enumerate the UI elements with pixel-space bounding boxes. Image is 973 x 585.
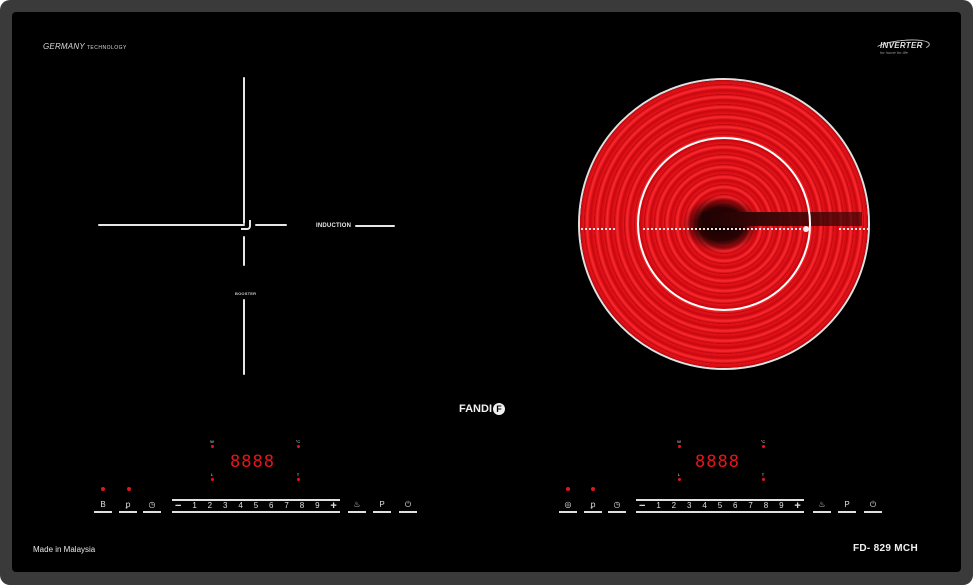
right-level-7[interactable]: 7 <box>748 501 752 511</box>
induction-marker-corner <box>241 220 251 230</box>
right-minus-button[interactable]: − <box>639 501 645 512</box>
inverter-text: INVERTER <box>880 41 923 50</box>
right-level-4[interactable]: 4 <box>702 501 706 511</box>
left-booster-button[interactable]: B <box>94 499 112 513</box>
right-indicator-l: L <box>674 472 684 481</box>
right-indicator-celsius: °C <box>758 439 768 448</box>
inverter-tagline: for home for life <box>880 50 908 55</box>
left-keep-warm-button[interactable]: ♨ <box>348 499 366 513</box>
fandi-logo: FANDI F <box>459 403 505 415</box>
induction-marker-vertical-stub <box>243 236 245 266</box>
left-lock-led <box>127 487 131 491</box>
right-timer-button[interactable]: ◷ <box>608 499 626 513</box>
left-plus-button[interactable]: + <box>330 501 336 512</box>
right-keep-warm-button[interactable]: ♨ <box>813 499 831 513</box>
right-indicator-w: W <box>674 439 684 448</box>
right-plus-button[interactable]: + <box>794 501 800 512</box>
left-level-7[interactable]: 7 <box>284 501 288 511</box>
induction-label: INDUCTION <box>316 223 352 229</box>
left-level-2[interactable]: 2 <box>208 501 212 511</box>
left-lock-button[interactable]: ꝑ <box>119 499 137 513</box>
model-number: FD- 829 MCH <box>853 543 918 554</box>
glass-surface: GERMANY TECHNOLOGY INVERTER for home for … <box>12 12 961 572</box>
booster-label: BOOSTER <box>235 291 257 296</box>
right-mode-button[interactable]: ◎ <box>559 499 577 513</box>
fandi-text: FANDI <box>459 403 492 415</box>
booster-marker-vertical <box>243 299 245 375</box>
right-power-slider[interactable]: − 1 2 3 4 5 6 7 8 9 + <box>636 499 804 513</box>
right-lock-led <box>591 487 595 491</box>
left-minus-button[interactable]: − <box>175 501 181 512</box>
technology-text: TECHNOLOGY <box>86 45 127 51</box>
left-level-6[interactable]: 6 <box>269 501 273 511</box>
left-level-4[interactable]: 4 <box>238 501 242 511</box>
right-level-3[interactable]: 3 <box>687 501 691 511</box>
left-indicator-t: T <box>293 472 303 481</box>
cooktop-frame: GERMANY TECHNOLOGY INVERTER for home for … <box>0 0 973 585</box>
left-booster-led <box>101 487 105 491</box>
zone-dotted-line-left <box>580 228 616 230</box>
left-power-button[interactable]: ⏻ <box>399 499 417 513</box>
right-pause-button[interactable]: P <box>838 499 856 513</box>
left-indicator-celsius: °C <box>293 439 303 448</box>
right-lock-button[interactable]: ꝑ <box>584 499 602 513</box>
right-level-2[interactable]: 2 <box>672 501 676 511</box>
right-mode-led <box>566 487 570 491</box>
inverter-logo: INVERTER for home for life <box>873 37 931 57</box>
fandi-f-icon: F <box>493 403 505 415</box>
zone-center-dot <box>803 226 809 232</box>
left-digital-display: 8888 <box>230 452 275 472</box>
left-pause-button[interactable]: P <box>373 499 391 513</box>
induction-marker-horizontal-left <box>98 224 245 226</box>
left-timer-button[interactable]: ◷ <box>143 499 161 513</box>
left-level-1[interactable]: 1 <box>192 501 196 511</box>
right-level-6[interactable]: 6 <box>733 501 737 511</box>
left-indicator-w: W <box>207 439 217 448</box>
left-power-slider[interactable]: − 1 2 3 4 5 6 7 8 9 + <box>172 499 340 513</box>
induction-marker-vertical-top <box>243 77 245 224</box>
right-digital-display: 8888 <box>695 452 740 472</box>
made-in-label: Made in Malaysia <box>33 545 96 554</box>
germany-technology-brand: GERMANY TECHNOLOGY <box>43 42 127 51</box>
zone-dotted-line-right <box>838 228 870 230</box>
left-level-8[interactable]: 8 <box>300 501 304 511</box>
right-level-9[interactable]: 9 <box>779 501 783 511</box>
zone-dotted-line-center <box>642 228 802 230</box>
left-level-9[interactable]: 9 <box>315 501 319 511</box>
induction-marker-horizontal-stub <box>255 224 287 226</box>
right-level-1[interactable]: 1 <box>656 501 660 511</box>
left-indicator-l: L <box>207 472 217 481</box>
left-level-5[interactable]: 5 <box>254 501 258 511</box>
induction-marker-horizontal-right <box>355 225 395 227</box>
radiant-inner-ring <box>637 137 811 311</box>
right-indicator-t: T <box>758 472 768 481</box>
right-level-5[interactable]: 5 <box>718 501 722 511</box>
right-level-8[interactable]: 8 <box>764 501 768 511</box>
right-power-button[interactable]: ⏻ <box>864 499 882 513</box>
radiant-cooking-zone <box>578 78 870 370</box>
germany-text: GERMANY <box>43 42 85 51</box>
left-level-3[interactable]: 3 <box>223 501 227 511</box>
